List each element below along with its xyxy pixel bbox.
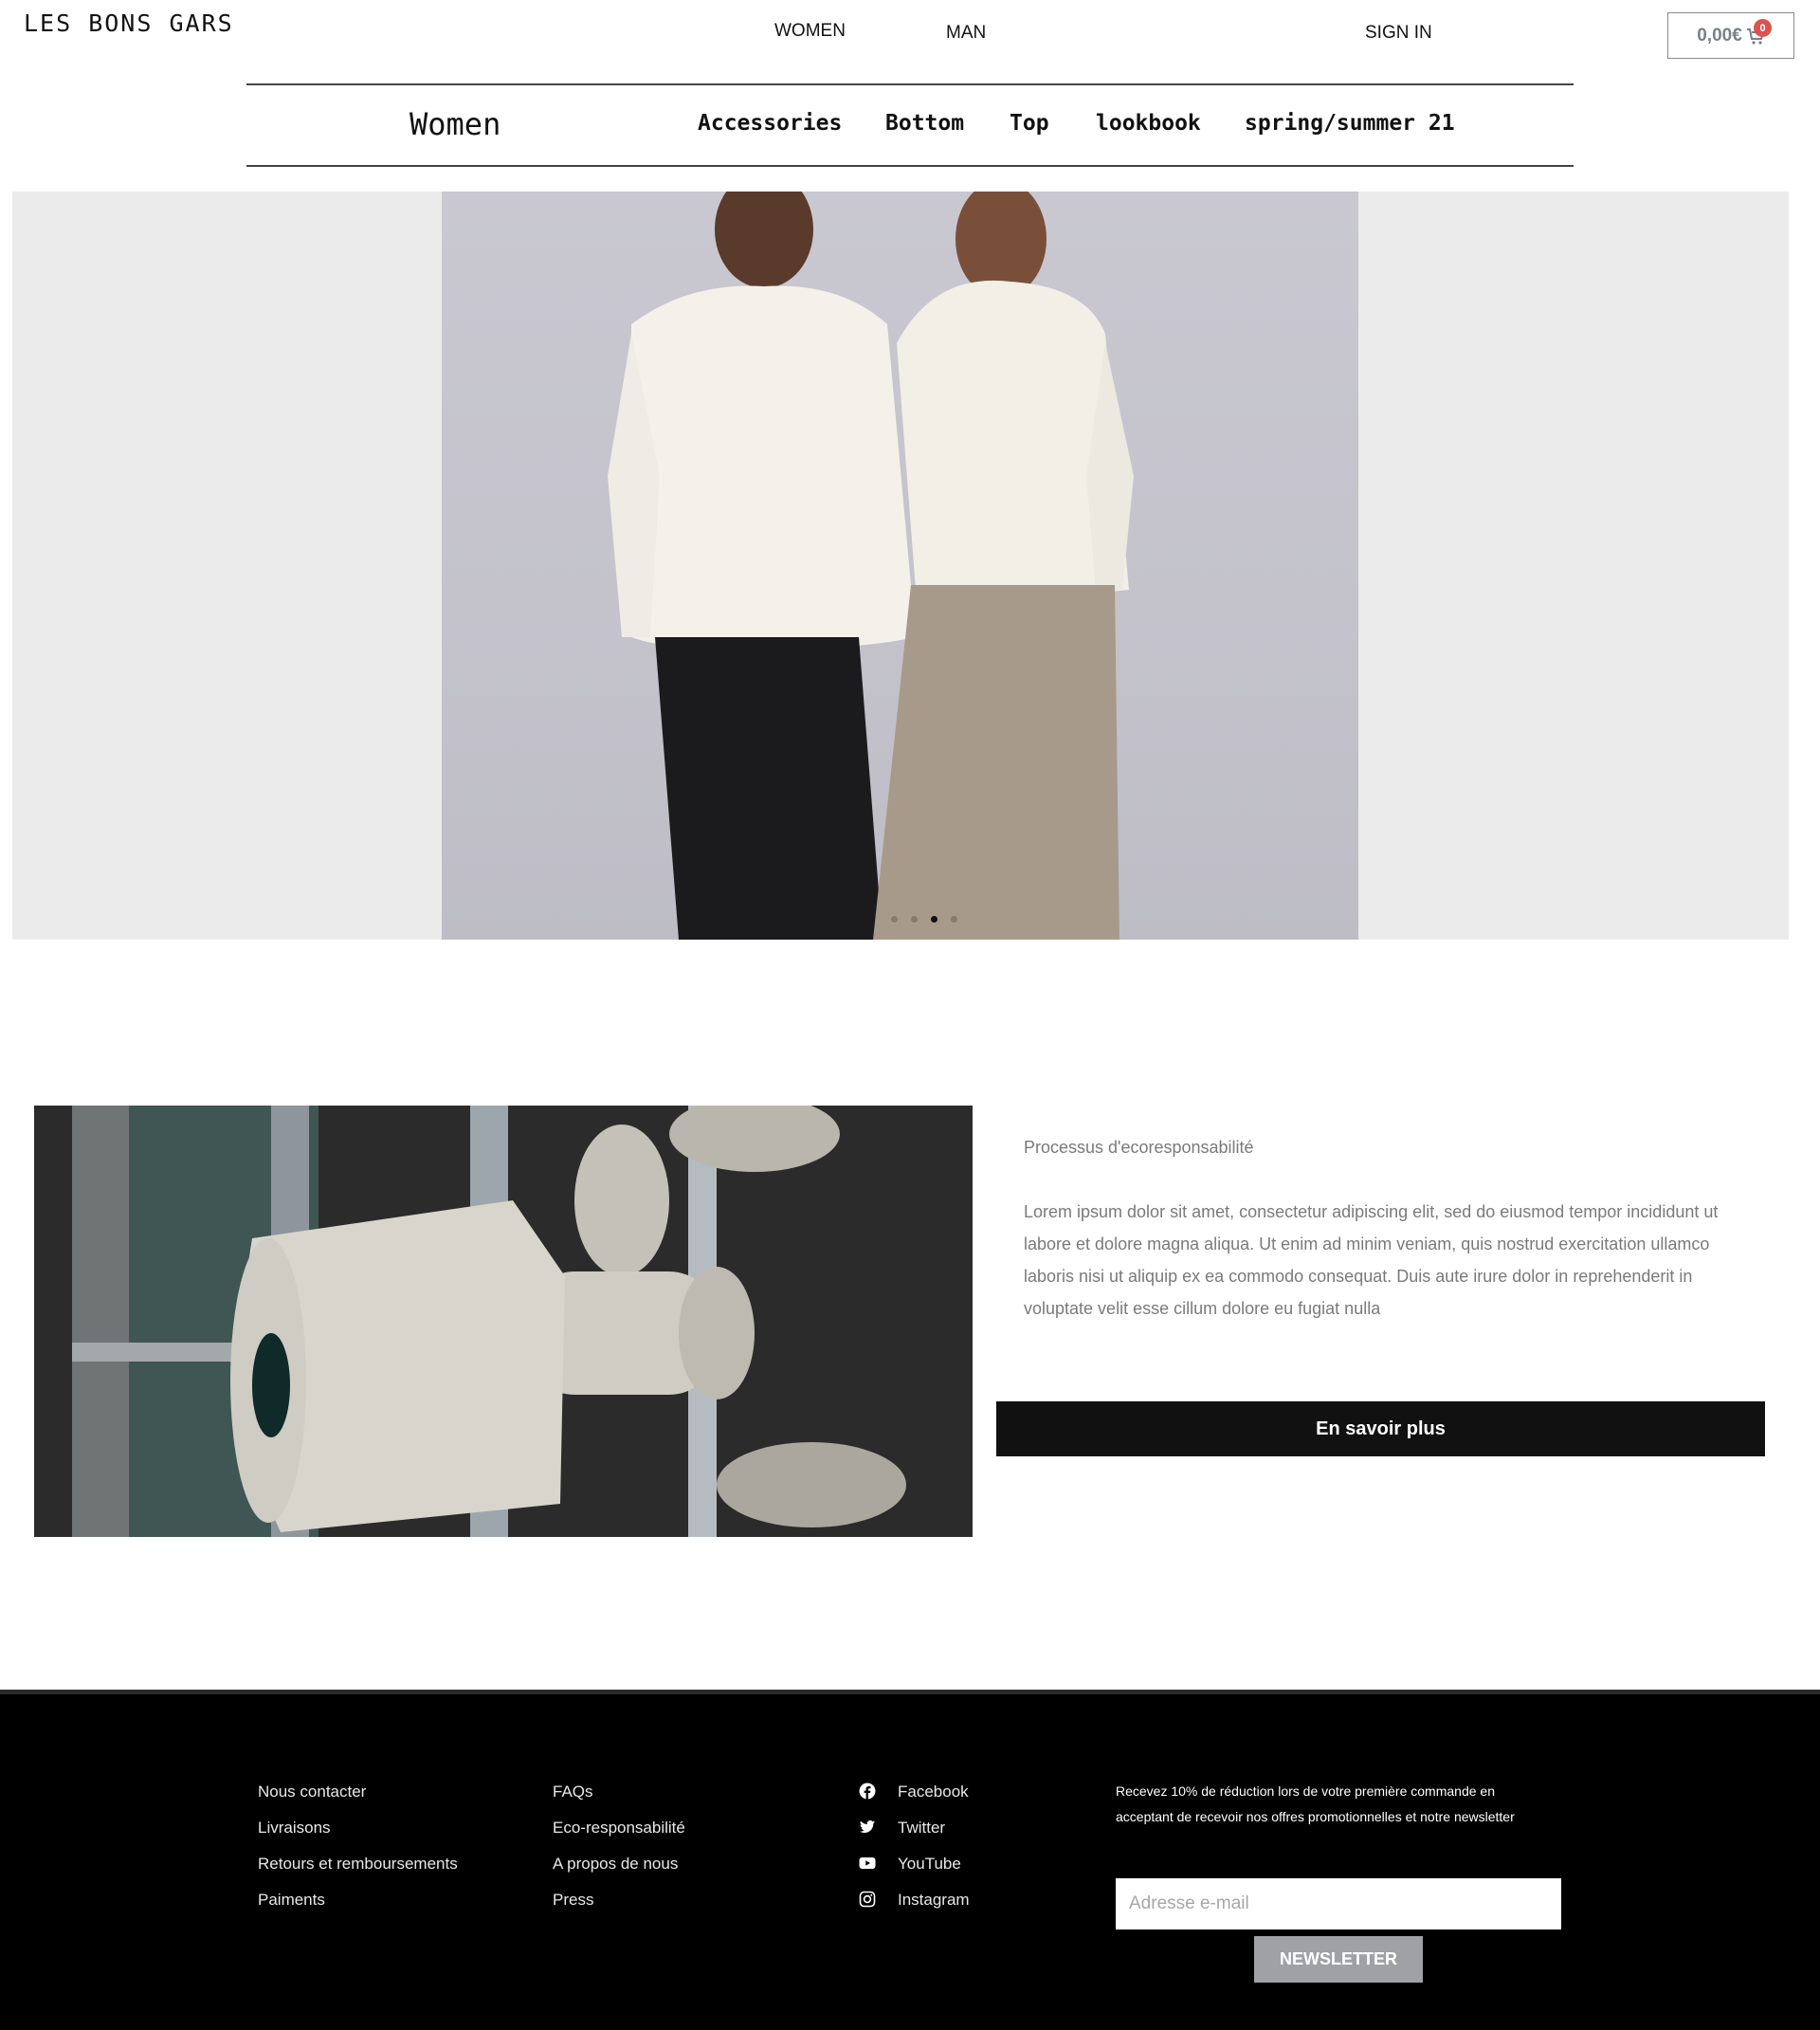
twitter-icon[interactable] — [859, 1819, 876, 1836]
facebook-icon[interactable] — [859, 1783, 876, 1800]
cart-button[interactable]: 0,00€ — [1667, 12, 1794, 59]
instagram-icon[interactable] — [859, 1891, 876, 1908]
category-lookbook[interactable]: lookbook — [1096, 111, 1201, 136]
footer-shipping-link[interactable]: Livraisons — [258, 1819, 331, 1838]
category-bottom[interactable]: Bottom — [885, 111, 964, 136]
footer-eco-link[interactable]: Eco-responsabilité — [553, 1819, 685, 1838]
hero-image — [442, 192, 1358, 940]
carousel-dot[interactable] — [951, 916, 957, 923]
learn-more-button[interactable]: En savoir plus — [996, 1401, 1765, 1456]
carousel-dot[interactable] — [911, 916, 918, 923]
carousel-dots — [891, 916, 957, 923]
carousel-dot-active[interactable] — [931, 916, 937, 923]
footer-contact-link[interactable]: Nous contacter — [258, 1783, 366, 1801]
footer-youtube-link[interactable]: YouTube — [898, 1855, 961, 1874]
category-title: Women — [410, 106, 501, 142]
feature-body-text: Lorem ipsum dolor sit amet, consectetur … — [1024, 1202, 1719, 1318]
carousel-dot[interactable] — [891, 916, 898, 923]
feature-subtitle: Processus d'ecoresponsabilité — [1024, 1138, 1254, 1157]
footer-returns-link[interactable]: Retours et remboursements — [258, 1855, 458, 1874]
category-nav-top-divider — [246, 83, 1574, 85]
category-nav-bottom-divider — [246, 165, 1574, 167]
newsletter-button[interactable]: NEWSLETTER — [1254, 1936, 1423, 1983]
newsletter-promo-text: Recevez 10% de réduction lors de votre p… — [1116, 1783, 1515, 1824]
site-logo[interactable]: LES BONS GARS — [24, 9, 234, 37]
footer-press-link[interactable]: Press — [553, 1891, 593, 1910]
thread-spool-image — [34, 1106, 973, 1537]
footer-about-link[interactable]: A propos de nous — [553, 1855, 678, 1874]
nav-women[interactable]: WOMEN — [774, 21, 846, 42]
cart-count-badge: 0 — [1754, 19, 1772, 37]
category-top[interactable]: Top — [1010, 111, 1049, 136]
footer-twitter-link[interactable]: Twitter — [898, 1819, 945, 1838]
youtube-icon[interactable] — [859, 1855, 876, 1872]
cart-total: 0,00€ — [1697, 25, 1742, 46]
newsletter-email-input[interactable] — [1116, 1878, 1561, 1929]
footer-payments-link[interactable]: Paiments — [258, 1891, 325, 1910]
category-accessories[interactable]: Accessories — [698, 111, 842, 136]
category-spring-summer-21[interactable]: spring/summer 21 — [1245, 111, 1455, 136]
nav-man[interactable]: MAN — [946, 23, 986, 44]
sign-in-link[interactable]: SIGN IN — [1365, 23, 1432, 44]
footer-facebook-link[interactable]: Facebook — [898, 1783, 969, 1801]
footer-faqs-link[interactable]: FAQs — [553, 1783, 593, 1801]
footer-instagram-link[interactable]: Instagram — [898, 1891, 970, 1910]
